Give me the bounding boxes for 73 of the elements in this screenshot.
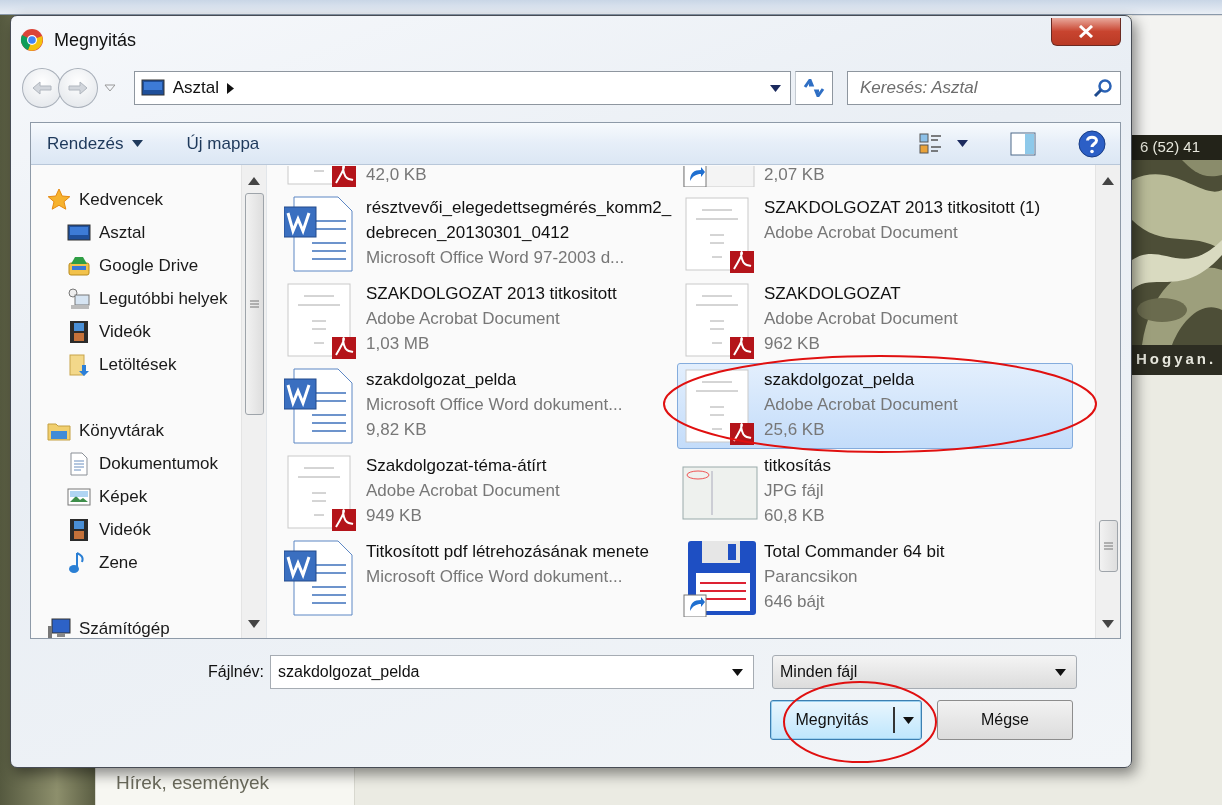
film-icon xyxy=(67,319,91,344)
star-icon xyxy=(47,187,71,212)
caret-icon xyxy=(902,716,914,724)
file-item[interactable]: Titkosított pdf létrehozásának menete Microsoft Office Word dokument... xyxy=(279,535,675,621)
recent-places-icon xyxy=(67,286,91,311)
file-item[interactable]: 42,0 KB xyxy=(279,165,675,191)
caret-icon xyxy=(131,140,143,147)
refresh-button[interactable] xyxy=(795,71,833,105)
sidebar-item[interactable]: Asztal xyxy=(47,216,241,249)
window-title: Megnyitás xyxy=(54,29,138,51)
file-item[interactable]: SZAKDOLGOZAT Adobe Acrobat Document 962 KB xyxy=(677,277,1073,363)
chrome-icon xyxy=(20,28,44,52)
sidebar-item[interactable]: Videók xyxy=(47,315,241,348)
view-menu-caret[interactable] xyxy=(957,140,968,147)
filename-label: Fájlnév: xyxy=(207,663,264,681)
phone-number: 6 (52) 41 xyxy=(1132,135,1222,160)
scrollbar-thumb[interactable] xyxy=(244,193,264,415)
caret-icon xyxy=(769,84,781,92)
scroll-up-icon[interactable] xyxy=(1102,177,1114,185)
file-item[interactable]: Total Commander 64 bit Parancsikon 646 bájt xyxy=(677,535,1073,621)
file-item[interactable]: szakdolgozat_pelda Adobe Acrobat Document 25,6 KB xyxy=(677,363,1073,449)
scrollbar-thumb[interactable] xyxy=(1098,520,1118,572)
new-folder-button[interactable]: Új mappa xyxy=(186,133,260,154)
caret-icon xyxy=(1055,668,1066,676)
back-arrow-icon xyxy=(31,81,52,95)
caption-text: Hogyan. xyxy=(1132,345,1222,375)
breadcrumb-arrow-icon[interactable] xyxy=(226,82,234,94)
floppy-disk-icon xyxy=(682,539,758,617)
open-split-button[interactable]: Megnyitás xyxy=(770,700,922,740)
sidebar-item[interactable]: Zene xyxy=(47,546,241,579)
news-link[interactable]: Hírek, események xyxy=(95,768,355,805)
caret-icon xyxy=(957,140,968,147)
sidebar-item[interactable]: Kedvencek xyxy=(47,183,241,216)
downloads-folder-icon xyxy=(67,352,91,377)
file-item[interactable]: SZAKDOLGOZAT 2013 titkositott Adobe Acrobat Document 1,03 MB xyxy=(279,277,675,363)
sidebar-item[interactable]: Könyvtárak xyxy=(47,414,241,447)
computer-icon xyxy=(47,616,71,638)
organize-menu[interactable]: Rendezés xyxy=(47,133,143,154)
grip-icon xyxy=(249,300,259,308)
sidebar-item[interactable]: Google Drive xyxy=(47,249,241,282)
film-icon xyxy=(67,517,91,542)
sidebar-item[interactable]: Dokumentumok xyxy=(47,447,241,480)
sidebar-item[interactable]: Legutóbbi helyek xyxy=(47,282,241,315)
filename-field[interactable]: szakdolgozat_pelda xyxy=(270,655,754,689)
file-item[interactable]: résztvevői_elegedettsegmérés_komm2_debrecen_20130301_0412 Microsoft Office Word 97-2003 d... xyxy=(279,191,675,277)
file-item[interactable]: SZAKDOLGOZAT 2013 titkositott (1) Adobe Acrobat Document xyxy=(677,191,1073,277)
address-bar[interactable]: Asztal xyxy=(133,71,792,105)
view-icon[interactable] xyxy=(919,131,943,156)
scroll-down-icon[interactable] xyxy=(248,620,260,628)
forward-arrow-icon xyxy=(67,81,88,95)
sidebar-item[interactable]: Számítógép xyxy=(47,612,241,638)
file-item[interactable]: 2,07 KB xyxy=(677,165,1073,191)
scrollbar[interactable] xyxy=(241,165,266,638)
file-item[interactable]: szakdolgozat_pelda Microsoft Office Word dokument... 9,82 KB xyxy=(279,363,675,449)
close-button[interactable] xyxy=(1051,18,1121,46)
document-icon xyxy=(67,451,91,476)
file-item[interactable]: Szakdolgozat-téma-átírt Adobe Acrobat Document 949 KB xyxy=(279,449,675,535)
file-type-dropdown[interactable]: Minden fájl xyxy=(772,655,1077,689)
file-item[interactable]: titkosítás JPG fájl 60,8 KB xyxy=(677,449,1073,535)
scroll-up-icon[interactable] xyxy=(248,177,260,185)
cancel-button[interactable]: Mégse xyxy=(937,700,1073,740)
scroll-down-icon[interactable] xyxy=(1102,620,1114,628)
grip-icon xyxy=(1103,542,1113,550)
help-icon[interactable] xyxy=(1078,129,1106,158)
caret-icon xyxy=(732,668,743,676)
refresh-icon xyxy=(803,79,826,97)
scrollbar[interactable] xyxy=(1095,165,1120,638)
search-field[interactable]: Keresés: Asztal xyxy=(847,71,1121,105)
close-icon xyxy=(1078,25,1094,38)
search-icon[interactable] xyxy=(1093,78,1113,98)
sidebar-item[interactable]: Képek xyxy=(47,480,241,513)
sidebar-item[interactable]: Videók xyxy=(47,513,241,546)
sidebar-item[interactable]: Letöltések xyxy=(47,348,241,381)
